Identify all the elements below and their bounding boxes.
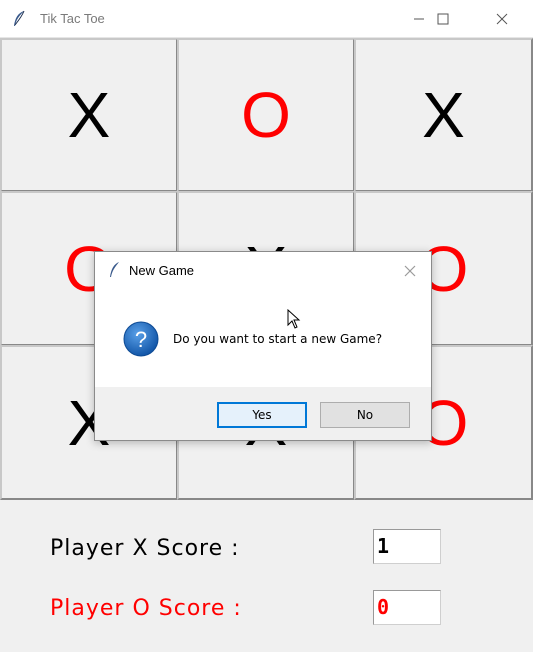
app-window: Tik Tac Toe X O X O X O X X O Player X S… [0,0,533,652]
dialog-message: Do you want to start a new Game? [173,332,383,346]
player-x-score-label: Player X Score : [50,536,240,561]
player-o-score-label: Player O Score : [50,596,242,621]
new-game-dialog: New Game ? Do you want to start a new Ga… [94,251,432,441]
close-icon [496,13,508,25]
mouse-pointer-icon [287,309,301,329]
player-o-score-field[interactable]: 0 [373,590,441,625]
dialog-close-icon[interactable] [401,262,419,280]
title-bar[interactable]: Tik Tac Toe [0,0,533,38]
question-icon: ? [123,321,159,357]
score-panel: Player X Score : 1 Player O Score : 0 [0,500,533,652]
window-title: Tik Tac Toe [40,11,105,26]
maximize-icon [437,13,449,25]
board-cell[interactable]: X [354,38,533,192]
no-button[interactable]: No [320,402,410,428]
yes-button[interactable]: Yes [217,402,307,428]
svg-text:?: ? [135,327,147,352]
board-cell[interactable]: X [0,38,178,192]
feather-icon [14,10,25,26]
cell-mark: X [422,79,465,151]
feather-icon [110,262,119,277]
close-button[interactable] [479,0,525,38]
dialog-footer: Yes No [95,387,431,440]
cell-mark: X [67,79,111,151]
dialog-title: New Game [129,263,195,278]
maximize-button[interactable] [420,0,466,38]
board-cell[interactable]: O [177,38,355,192]
player-x-score-field[interactable]: 1 [373,529,441,564]
cell-mark: O [241,79,291,151]
